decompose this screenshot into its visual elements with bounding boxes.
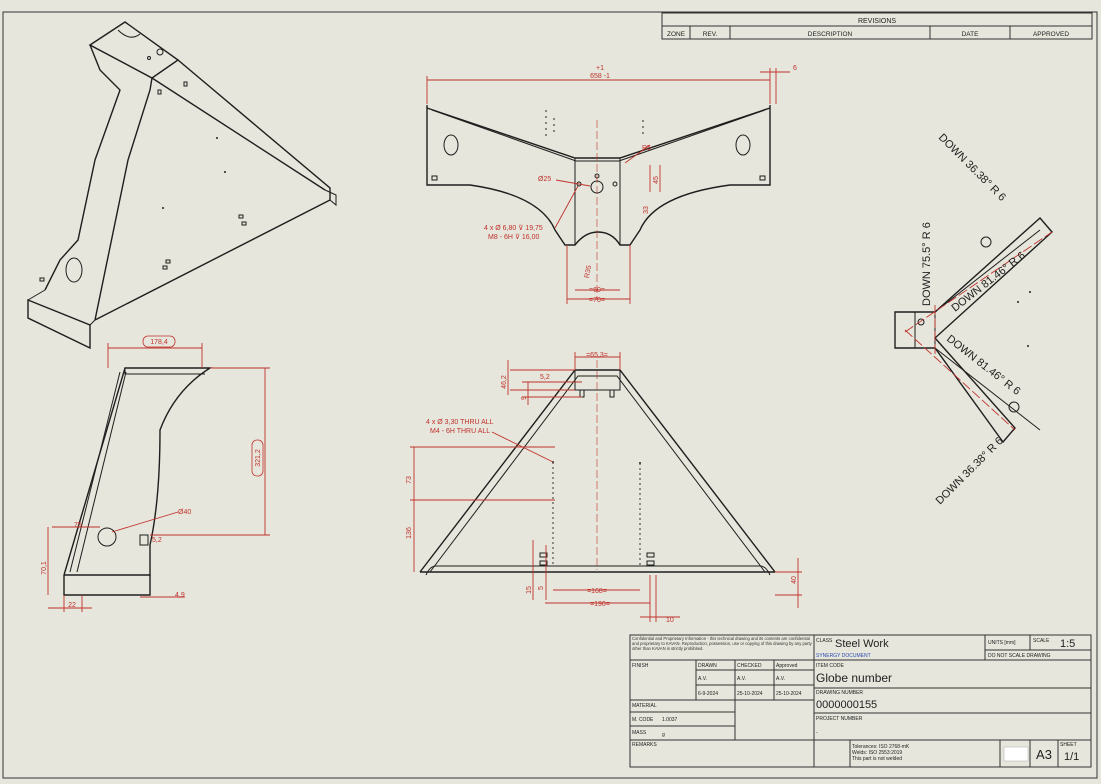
front-dim-r5: R5 bbox=[642, 145, 651, 152]
drawn-label: DRAWN bbox=[698, 663, 717, 669]
side-dim-5-2: 5,2 bbox=[152, 537, 162, 544]
top-dim-73: 73 bbox=[406, 476, 413, 484]
rev-col-rev: REV. bbox=[703, 31, 718, 38]
not-welded-note: This part is not welded bbox=[852, 756, 902, 762]
class-label: CLASS bbox=[816, 638, 833, 644]
front-dim-60: =60= bbox=[589, 287, 605, 294]
do-not-scale: DO NOT SCALE DRAWING bbox=[988, 653, 1051, 659]
mcode-value: 1.0037 bbox=[662, 717, 678, 723]
sheet-value: 1/1 bbox=[1064, 751, 1079, 763]
side-dim-width: 178,4 bbox=[150, 339, 168, 346]
item-code-label: ITEM CODE bbox=[816, 663, 844, 669]
item-code-value: Globe number bbox=[816, 671, 892, 685]
revisions-title: REVISIONS bbox=[858, 18, 896, 25]
front-dim-70: =70= bbox=[589, 297, 605, 304]
top-dim-5: 5 bbox=[538, 586, 545, 590]
remarks-label: REMARKS bbox=[632, 742, 657, 748]
rev-col-date: DATE bbox=[962, 31, 980, 38]
top-dim-10: 10 bbox=[666, 617, 674, 624]
confidentiality-notice: Confidential and Proprietary Information… bbox=[632, 636, 812, 651]
bend-note-2: DOWN 75.5° R 6 bbox=[921, 222, 933, 306]
mass-label: MASS bbox=[632, 730, 647, 736]
top-dim-190: =190= bbox=[590, 601, 610, 608]
top-dim-holes: 4 x Ø 3,30 THRU ALL bbox=[426, 419, 494, 426]
rev-col-zone: ZONE bbox=[667, 31, 686, 38]
top-dim-thread: M4 - 6H THRU ALL bbox=[430, 428, 490, 435]
logo-placeholder bbox=[1003, 746, 1029, 762]
front-dim-33: 33 bbox=[643, 206, 650, 214]
front-dim-holes: 4 x Ø 6,80 ⊽ 19,75 bbox=[484, 224, 543, 232]
units-label: UNITS [mm] bbox=[988, 640, 1016, 646]
scale-label: SCALE bbox=[1033, 638, 1050, 644]
approved-by: A.V. bbox=[776, 676, 785, 682]
project-number-label: PROJECT NUMBER bbox=[816, 716, 863, 722]
front-dim-thread: M8 - 6H ⊽ 16,00 bbox=[488, 233, 540, 241]
sheet-size: A3 bbox=[1036, 747, 1052, 762]
front-dim-width: 658 -1 bbox=[590, 73, 610, 80]
top-dim-65-3: =65,3= bbox=[586, 352, 608, 359]
sheet-label: SHEET bbox=[1060, 742, 1077, 748]
material-label: MATERIAL bbox=[632, 703, 657, 709]
revisions-table: REVISIONS ZONE REV. DESCRIPTION DATE APP… bbox=[661, 12, 1093, 40]
finish-label: FINISH bbox=[632, 663, 649, 669]
top-dim-15: 15 bbox=[526, 586, 533, 594]
mcode-label: M. CODE bbox=[632, 717, 654, 723]
front-dim-flange: 6 bbox=[793, 65, 797, 72]
side-dim-22: 22 bbox=[68, 602, 76, 609]
checked-label: CHECKED bbox=[737, 663, 762, 669]
scale-value: 1:5 bbox=[1060, 638, 1075, 650]
side-dim-70-1: 70,1 bbox=[41, 561, 48, 575]
drawing-sheet: REVISIONS ZONE REV. DESCRIPTION DATE APP… bbox=[2, 11, 1098, 779]
side-dim-height: 321,2 bbox=[255, 449, 262, 467]
top-dim-136: 136 bbox=[406, 527, 413, 539]
drawn-date: 6-9-2024 bbox=[698, 691, 718, 697]
side-dim-4-9: 4,9 bbox=[175, 592, 185, 599]
checked-by: A.V. bbox=[737, 676, 746, 682]
front-dim-plus: +1 bbox=[596, 65, 604, 72]
side-dim-d40: Ø40 bbox=[178, 509, 191, 516]
approved-label: Approved bbox=[776, 663, 798, 669]
drawing-number-label: DRAWING NUMBER bbox=[816, 690, 863, 696]
front-dim-d25: Ø25 bbox=[538, 176, 551, 183]
approved-date: 25-10-2024 bbox=[776, 691, 802, 697]
top-dim-40: 40 bbox=[791, 576, 798, 584]
top-dim-46-2: 46,2 bbox=[501, 375, 508, 389]
mass-value: g bbox=[662, 732, 665, 738]
front-dim-45: 45 bbox=[653, 176, 660, 184]
drawn-by: A.V. bbox=[698, 676, 707, 682]
side-dim-75: 75 bbox=[74, 522, 82, 529]
top-dim-168: =168= bbox=[587, 588, 607, 595]
class-value: Steel Work bbox=[835, 638, 889, 650]
drawing-number-value: 0000000155 bbox=[816, 699, 877, 711]
rev-col-approved: APPROVED bbox=[1033, 31, 1069, 38]
checked-date: 25-10-2024 bbox=[737, 691, 763, 697]
top-dim-9: 9 bbox=[521, 396, 528, 400]
synergy-label: SYNERGY DOCUMENT bbox=[816, 653, 871, 659]
top-dim-5-2: 5,2 bbox=[540, 374, 550, 381]
rev-col-description: DESCRIPTION bbox=[808, 31, 853, 38]
title-block: Confidential and Proprietary Information… bbox=[629, 634, 1092, 768]
